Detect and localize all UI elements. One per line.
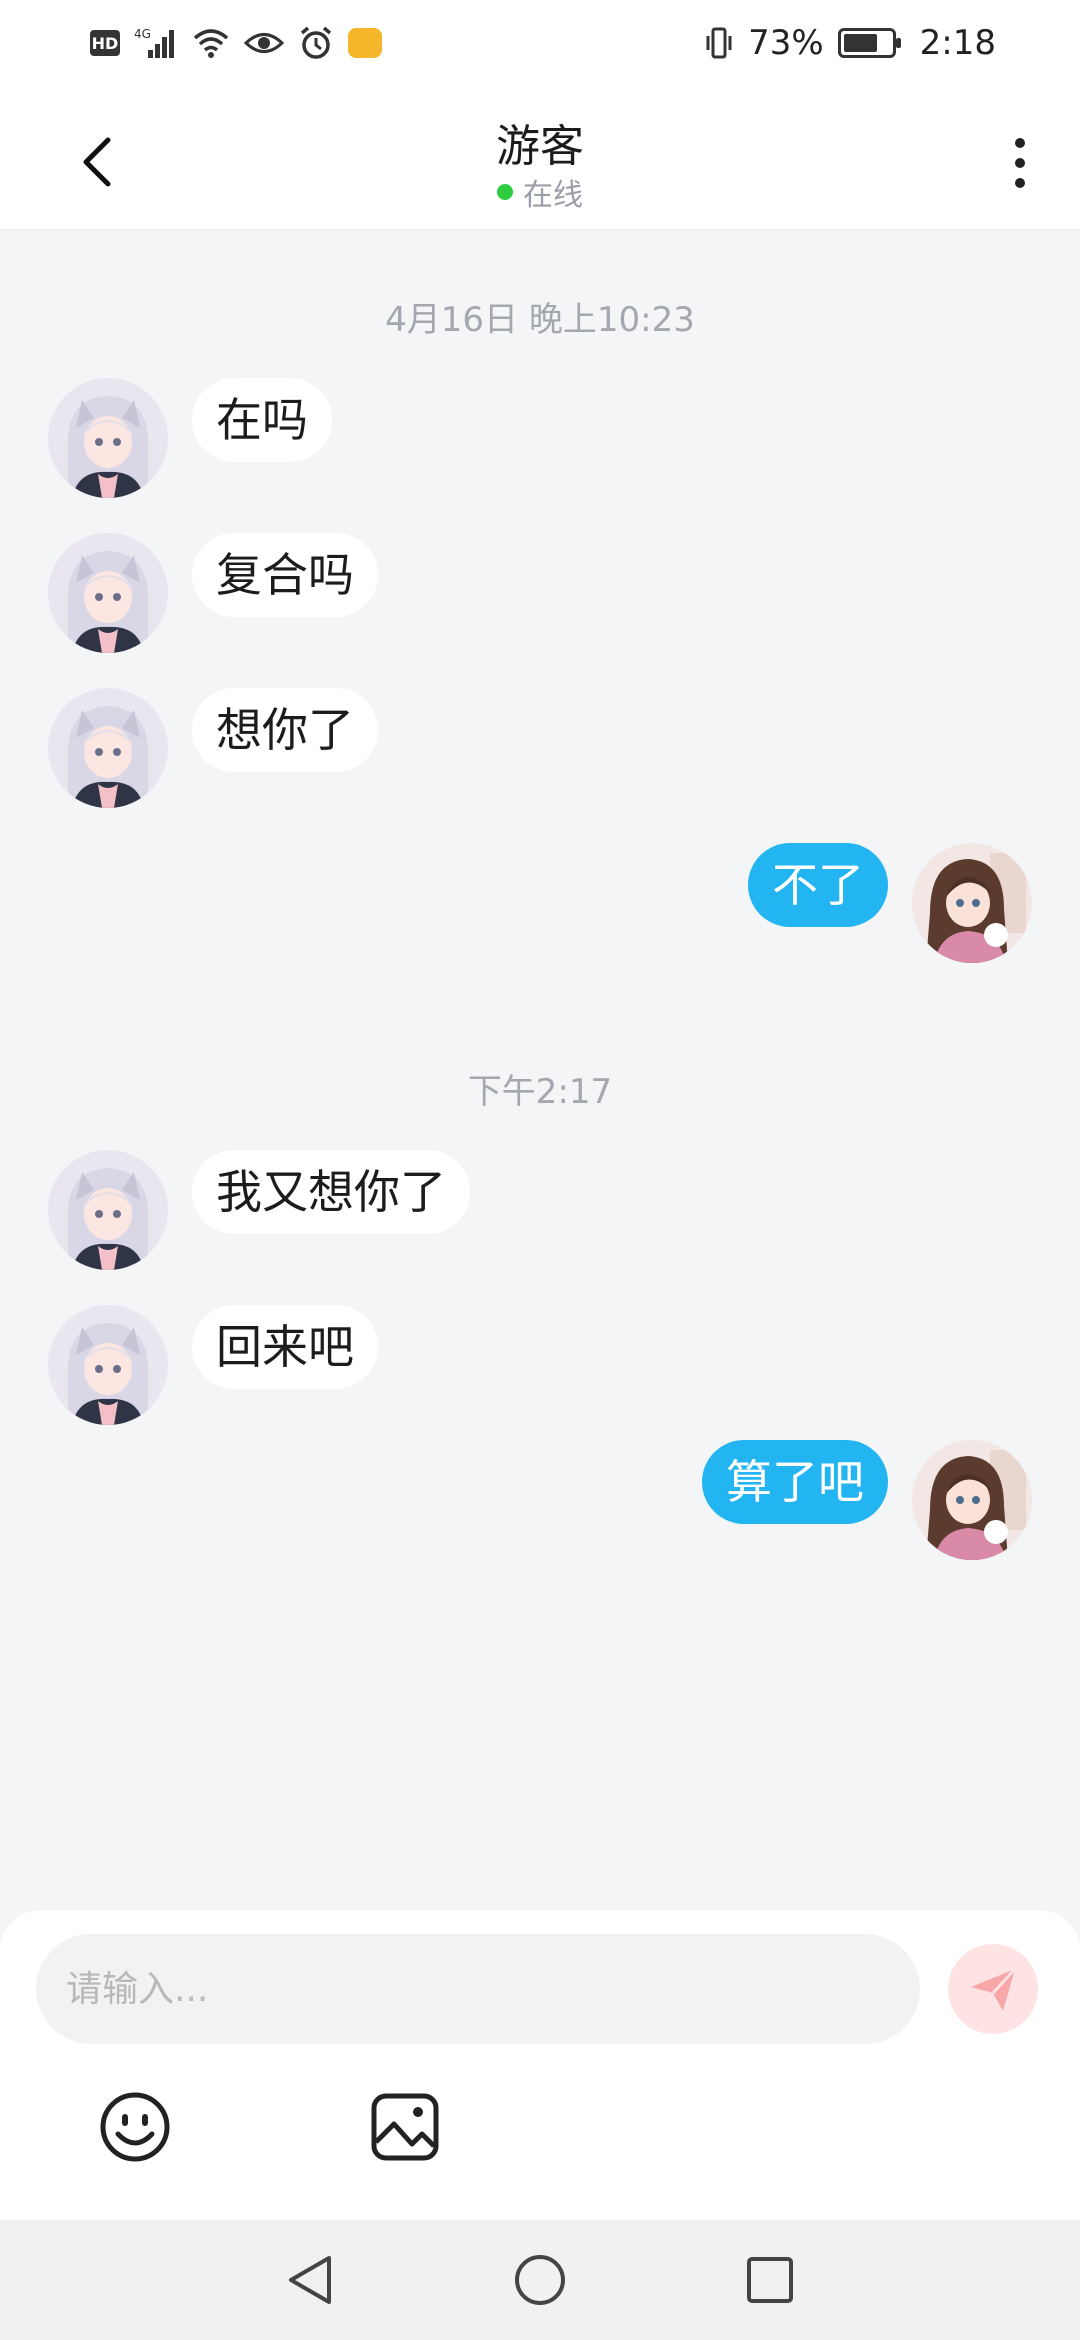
image-button[interactable] [368, 2090, 442, 2164]
hd-icon: HD [90, 30, 120, 56]
nav-recents-button[interactable] [740, 2250, 800, 2310]
battery-percent: 73% [748, 23, 824, 63]
vibrate-icon [704, 26, 734, 60]
more-dot-icon [1015, 158, 1025, 168]
avatar[interactable] [48, 1305, 168, 1425]
message-bubble-incoming[interactable]: 复合吗 [192, 533, 378, 617]
emoji-button[interactable] [98, 2090, 172, 2164]
smiley-icon [100, 2092, 170, 2162]
message-row: 我又想你了 [0, 1150, 1080, 1274]
message-list[interactable]: 4月16日 晚上10:23 在吗 复合吗 想你了 不了 下午2:17 我又想你了… [0, 230, 1080, 1910]
send-button[interactable] [948, 1944, 1038, 2034]
app-notification-icon [348, 28, 382, 58]
avatar-self[interactable] [912, 1440, 1032, 1560]
chat-header: 游客 在线 [0, 86, 1080, 230]
avatar-self-icon [912, 1440, 1032, 1560]
avatar-self[interactable] [912, 843, 1032, 963]
avatar-other-icon [48, 1305, 168, 1425]
system-nav-bar [0, 2220, 1080, 2340]
contact-name: 游客 [496, 121, 584, 172]
avatar-other-icon [48, 1150, 168, 1270]
eye-icon [244, 26, 284, 60]
timestamp: 下午2:17 [467, 1072, 613, 1112]
send-icon [971, 1967, 1017, 2011]
message-bubble-incoming[interactable]: 想你了 [192, 688, 378, 772]
avatar[interactable] [48, 533, 168, 653]
clock: 2:18 [919, 23, 996, 63]
message-row: 想你了 [0, 688, 1080, 812]
more-dot-icon [1015, 178, 1025, 188]
image-icon [371, 2093, 439, 2161]
message-bubble-incoming[interactable]: 回来吧 [192, 1305, 378, 1389]
message-composer [0, 1910, 1080, 2220]
triangle-back-icon [289, 2256, 331, 2304]
nav-home-button[interactable] [510, 2250, 570, 2310]
online-status-label: 在线 [523, 178, 583, 213]
square-recents-icon [747, 2257, 793, 2303]
more-dot-icon [1015, 138, 1025, 148]
message-row: 回来吧 [0, 1305, 1080, 1429]
message-row: 复合吗 [0, 533, 1080, 657]
online-dot-icon [497, 184, 513, 200]
circle-home-icon [515, 2255, 565, 2305]
contact-status: 在线 [0, 170, 1080, 214]
avatar-self-icon [912, 843, 1032, 963]
message-row: 算了吧 [0, 1440, 1080, 1564]
status-left: HD 4G [90, 26, 382, 60]
avatar-other-icon [48, 378, 168, 498]
message-input[interactable] [36, 1934, 920, 2044]
timestamp: 4月16日 晚上10:23 [385, 300, 695, 340]
status-bar: HD 4G 73% 2:18 [0, 0, 1080, 86]
avatar-other-icon [48, 688, 168, 808]
message-bubble-outgoing[interactable]: 不了 [748, 843, 888, 927]
avatar-other-icon [48, 533, 168, 653]
chat-screen: HD 4G 73% 2:18 游客 在线 4月16日 晚上10:23 在吗 复合… [0, 0, 1080, 2340]
signal-icon: 4G [134, 26, 178, 60]
wifi-icon [192, 26, 230, 60]
battery-charging-icon [837, 28, 901, 58]
alarm-icon [298, 26, 334, 60]
message-row: 在吗 [0, 378, 1080, 502]
nav-back-button[interactable] [280, 2250, 340, 2310]
battery-fill [843, 34, 878, 52]
status-right: 73% 2:18 [704, 23, 996, 63]
message-bubble-incoming[interactable]: 在吗 [192, 378, 332, 462]
network-type: 4G [134, 27, 151, 41]
message-bubble-incoming[interactable]: 我又想你了 [192, 1150, 470, 1234]
avatar[interactable] [48, 688, 168, 808]
more-options-button[interactable] [1000, 126, 1040, 200]
avatar[interactable] [48, 1150, 168, 1270]
avatar[interactable] [48, 378, 168, 498]
message-bubble-outgoing[interactable]: 算了吧 [702, 1440, 888, 1524]
message-row: 不了 [0, 843, 1080, 967]
